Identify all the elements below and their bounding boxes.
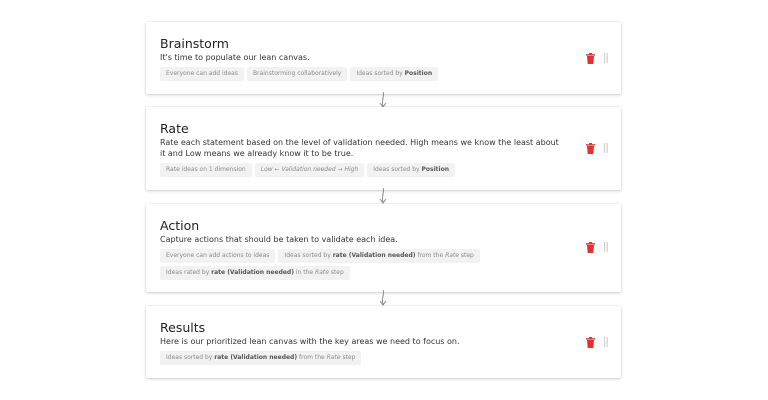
arrow-down-icon (379, 92, 387, 108)
step-settings: Everyone can add ideas Brainstorming coll… (160, 67, 561, 81)
setting-chip-text: step (458, 252, 474, 259)
setting-chip-text: Everyone can add ideas (166, 70, 238, 77)
drag-handle-icon[interactable] (604, 242, 608, 252)
setting-chip: Ideas rated by rate (Validation needed) … (160, 266, 350, 280)
setting-chip-text: from the (415, 252, 446, 259)
step-title: Brainstorm (160, 36, 229, 51)
step-title: Rate (160, 121, 189, 136)
step-description: It's time to populate our lean canvas. (160, 53, 310, 62)
setting-chip: Brainstorming collaboratively (246, 67, 348, 81)
setting-chip-text: Low ← Validation needed → High (260, 166, 359, 173)
step-card-rate: Rate Rate each statement based on the le… (146, 107, 621, 190)
setting-chip-text: Ideas sorted by (356, 70, 405, 77)
step-settings: Ideas sorted by rate (Validation needed)… (160, 351, 561, 365)
setting-chip: Low ← Validation needed → High (254, 163, 365, 177)
step-card-brainstorm: Brainstorm It's time to populate our lea… (146, 22, 621, 94)
setting-chip-text: Position (421, 166, 449, 173)
step-settings: Rate ideas on 1 dimension Low ← Validatio… (160, 163, 561, 177)
trash-icon[interactable] (586, 242, 595, 253)
setting-chip: Ideas sorted by Position (350, 67, 439, 81)
setting-chip-text: Position (404, 70, 433, 77)
trash-icon[interactable] (586, 143, 595, 154)
setting-chip-text: Everyone can add actions to ideas (166, 252, 270, 259)
trash-icon[interactable] (586, 337, 595, 348)
step-description: Here is our prioritized lean canvas with… (160, 337, 460, 346)
setting-chip: Ideas sorted by rate (Validation needed)… (160, 351, 362, 365)
drag-handle-icon[interactable] (604, 53, 608, 63)
step-description: Rate each statement based on the level o… (160, 138, 559, 158)
setting-chip: Rate ideas on 1 dimension (160, 163, 252, 177)
arrow-down-icon (379, 188, 387, 204)
step-description: Capture actions that should be taken to … (160, 235, 398, 244)
setting-chip-text: step (328, 269, 344, 276)
setting-chip-text: Ideas sorted by (373, 166, 422, 173)
setting-chip-text: Ideas sorted by (284, 252, 333, 259)
setting-chip: Ideas sorted by Position (367, 163, 455, 177)
setting-chip: Everyone can add ideas (160, 67, 244, 81)
setting-chip-text: rate (Validation needed) (211, 269, 294, 276)
setting-chip-text: rate (Validation needed) (214, 354, 298, 361)
setting-chip-text: Rate (326, 354, 341, 361)
trash-icon[interactable] (586, 53, 595, 64)
setting-chip-text: Rate (315, 269, 329, 276)
step-title: Action (160, 218, 200, 233)
setting-chip-text: step (340, 354, 356, 361)
setting-chip-text: Ideas rated by (166, 269, 212, 276)
arrow-down-icon (379, 290, 387, 306)
setting-chip-text: rate (Validation needed) (332, 252, 416, 259)
setting-chip: Everyone can add actions to ideas (160, 249, 276, 263)
setting-chip-text: Rate (445, 252, 459, 259)
step-card-action: Action Capture actions that should be ta… (146, 204, 621, 292)
step-title: Results (160, 320, 206, 335)
setting-chip-text: Brainstorming collaboratively (252, 70, 342, 77)
setting-chip-text: Rate ideas on 1 dimension (166, 166, 246, 173)
setting-chip-text: from the (297, 354, 327, 361)
drag-handle-icon[interactable] (604, 337, 608, 347)
setting-chip-text: Ideas sorted by (166, 354, 215, 361)
step-settings: Everyone can add actions to ideas Ideas s… (160, 249, 561, 280)
setting-chip-text: in the (293, 269, 316, 276)
step-card-results: Results Here is our prioritized lean can… (146, 306, 621, 378)
setting-chip: Ideas sorted by rate (Validation needed)… (278, 249, 480, 263)
drag-handle-icon[interactable] (604, 143, 608, 153)
